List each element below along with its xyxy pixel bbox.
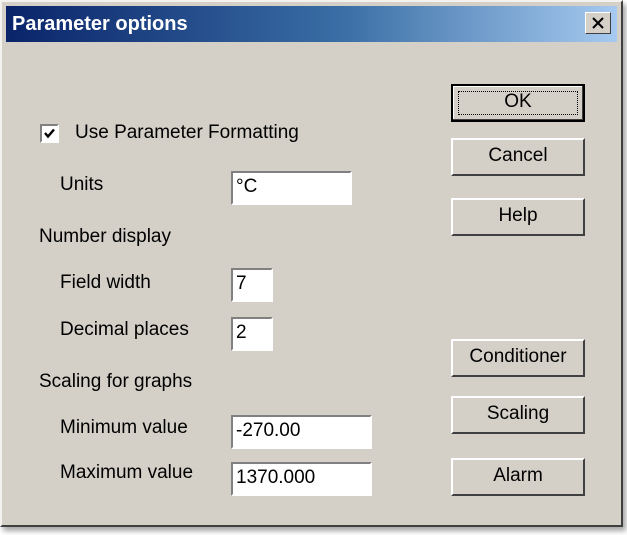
scaling-button[interactable]: Scaling [451, 396, 585, 434]
scaling-button-label: Scaling [486, 403, 550, 424]
checkmark-icon [44, 128, 55, 139]
maximum-value-label: Maximum value [60, 462, 194, 483]
conditioner-button-label: Conditioner [469, 346, 567, 367]
minimum-value-label: Minimum value [60, 417, 188, 438]
alarm-button-label: Alarm [493, 465, 543, 486]
use-parameter-formatting-label[interactable]: Use Parameter Formatting [75, 122, 299, 144]
ok-button[interactable]: OK [451, 84, 585, 122]
minimum-value-input[interactable]: -270.00 [231, 415, 372, 449]
conditioner-button[interactable]: Conditioner [451, 339, 585, 377]
scaling-for-graphs-heading: Scaling for graphs [39, 371, 193, 392]
cancel-button[interactable]: Cancel [451, 138, 585, 176]
cancel-button-label: Cancel [488, 145, 548, 166]
field-width-label: Field width [60, 272, 151, 293]
units-label: Units [60, 174, 104, 195]
use-parameter-formatting-checkbox[interactable] [40, 124, 59, 143]
dialog-title: Parameter options [12, 13, 188, 35]
maximum-value-input[interactable]: 1370.000 [231, 462, 372, 496]
focus-rectangle [458, 91, 578, 115]
field-width-input[interactable]: 7 [231, 268, 273, 302]
close-button[interactable] [585, 12, 611, 34]
alarm-button[interactable]: Alarm [451, 458, 585, 496]
decimal-places-label: Decimal places [60, 319, 189, 340]
units-input[interactable]: °C [231, 171, 352, 205]
help-button-label: Help [498, 205, 538, 226]
number-display-heading: Number display [39, 226, 171, 247]
close-icon [592, 17, 604, 29]
parameter-options-dialog: Parameter options Use Parameter Formatti… [0, 0, 623, 527]
title-bar[interactable]: Parameter options [6, 6, 617, 42]
decimal-places-input[interactable]: 2 [231, 317, 273, 351]
help-button[interactable]: Help [451, 198, 585, 236]
